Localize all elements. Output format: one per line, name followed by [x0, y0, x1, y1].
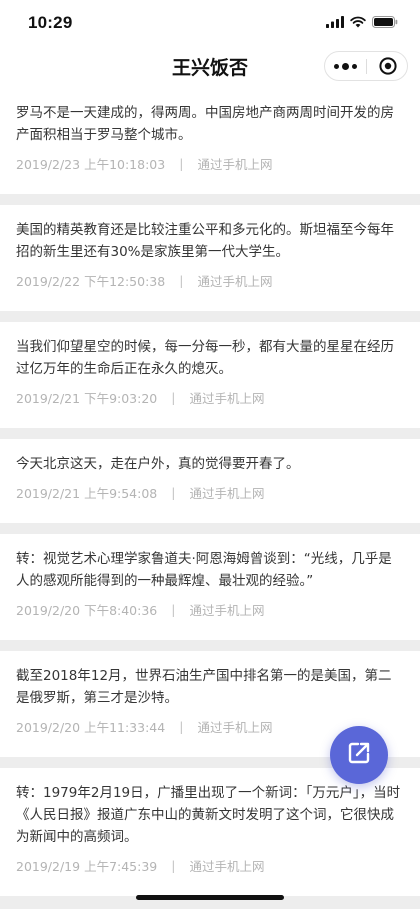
post-card[interactable]: 转：1979年2月19日，广播里出现了一个新词：「万元户」，当时《人民日报》报道…	[0, 768, 420, 896]
post-text: 今天北京这天，走在户外，真的觉得要开春了。	[16, 456, 300, 472]
meta-separator: |	[171, 602, 176, 617]
post-text: 截至2018年12月，世界石油生产国中排名第一的是美国，第二是俄罗斯，第三才是沙…	[16, 668, 392, 706]
post-text: 转：视觉艺术心理学家鲁道夫·阿恩海姆曾谈到：“光线，几乎是人的感观所能得到的一种…	[16, 551, 392, 589]
meta-separator: |	[171, 390, 176, 405]
wifi-icon	[350, 13, 366, 32]
post-text: 罗马不是一天建成的，得两周。中国房地产商两周时间开发的房产面积相当于罗马整个城市…	[16, 105, 394, 143]
post-text: 转：1979年2月19日，广播里出现了一个新词：「万元户」，当时《人民日报》报道…	[16, 785, 401, 845]
battery-icon	[372, 13, 398, 32]
post-meta: 2019/2/21 下午9:03:20 | 通过手机上网	[16, 388, 404, 407]
post-source: 通过手机上网	[189, 603, 265, 618]
post-meta: 2019/2/22 下午12:50:38 | 通过手机上网	[16, 271, 404, 290]
post-time: 2019/2/20 下午8:40:36	[16, 603, 158, 618]
target-close-icon[interactable]	[367, 52, 408, 80]
meta-separator: |	[171, 485, 176, 500]
post-time: 2019/2/21 下午9:03:20	[16, 391, 158, 406]
post-time: 2019/2/22 下午12:50:38	[16, 274, 166, 289]
post-meta: 2019/2/21 上午9:54:08 | 通过手机上网	[16, 483, 404, 502]
more-dots-icon[interactable]	[325, 52, 366, 80]
post-meta: 2019/2/19 上午7:45:39 | 通过手机上网	[16, 856, 404, 875]
nav-bar: 王兴饭否	[0, 44, 420, 88]
meta-separator: |	[171, 858, 176, 873]
mini-program-capsule	[324, 51, 408, 81]
post-time: 2019/2/19 上午7:45:39	[16, 859, 158, 874]
meta-separator: |	[179, 156, 184, 171]
post-text: 当我们仰望星空的时候，每一分每一秒，都有大量的星星在经历过亿万年的生命后正在永久…	[16, 339, 394, 377]
compose-button[interactable]	[330, 726, 388, 784]
status-icons	[326, 14, 398, 30]
post-meta: 2019/2/23 上午10:18:03 | 通过手机上网	[16, 154, 404, 173]
post-meta: 2019/2/20 下午8:40:36 | 通过手机上网	[16, 600, 404, 619]
post-time: 2019/2/20 上午11:33:44	[16, 720, 166, 735]
post-card[interactable]: 转：视觉艺术心理学家鲁道夫·阿恩海姆曾谈到：“光线，几乎是人的感观所能得到的一种…	[0, 534, 420, 640]
signal-icon	[326, 13, 344, 32]
post-time: 2019/2/21 上午9:54:08	[16, 486, 158, 501]
meta-separator: |	[179, 719, 184, 734]
post-source: 通过手机上网	[189, 391, 265, 406]
post-source: 通过手机上网	[189, 859, 265, 874]
meta-separator: |	[179, 273, 184, 288]
post-card[interactable]: 罗马不是一天建成的，得两周。中国房地产商两周时间开发的房产面积相当于罗马整个城市…	[0, 88, 420, 194]
post-source: 通过手机上网	[197, 720, 273, 735]
post-card[interactable]: 美国的精英教育还是比较注重公平和多元化的。斯坦福至今每年招的新生里还有30%是家…	[0, 205, 420, 311]
home-indicator	[136, 895, 284, 900]
post-source: 通过手机上网	[197, 157, 273, 172]
post-time: 2019/2/23 上午10:18:03	[16, 157, 166, 172]
status-bar: 10:29	[0, 0, 420, 44]
post-text: 美国的精英教育还是比较注重公平和多元化的。斯坦福至今每年招的新生里还有30%是家…	[16, 222, 394, 260]
status-time: 10:29	[28, 13, 73, 32]
post-source: 通过手机上网	[189, 486, 265, 501]
compose-icon	[346, 740, 372, 770]
post-source: 通过手机上网	[197, 274, 273, 289]
post-card[interactable]: 今天北京这天，走在户外，真的觉得要开春了。 2019/2/21 上午9:54:0…	[0, 439, 420, 523]
post-card[interactable]: 当我们仰望星空的时候，每一分每一秒，都有大量的星星在经历过亿万年的生命后正在永久…	[0, 322, 420, 428]
